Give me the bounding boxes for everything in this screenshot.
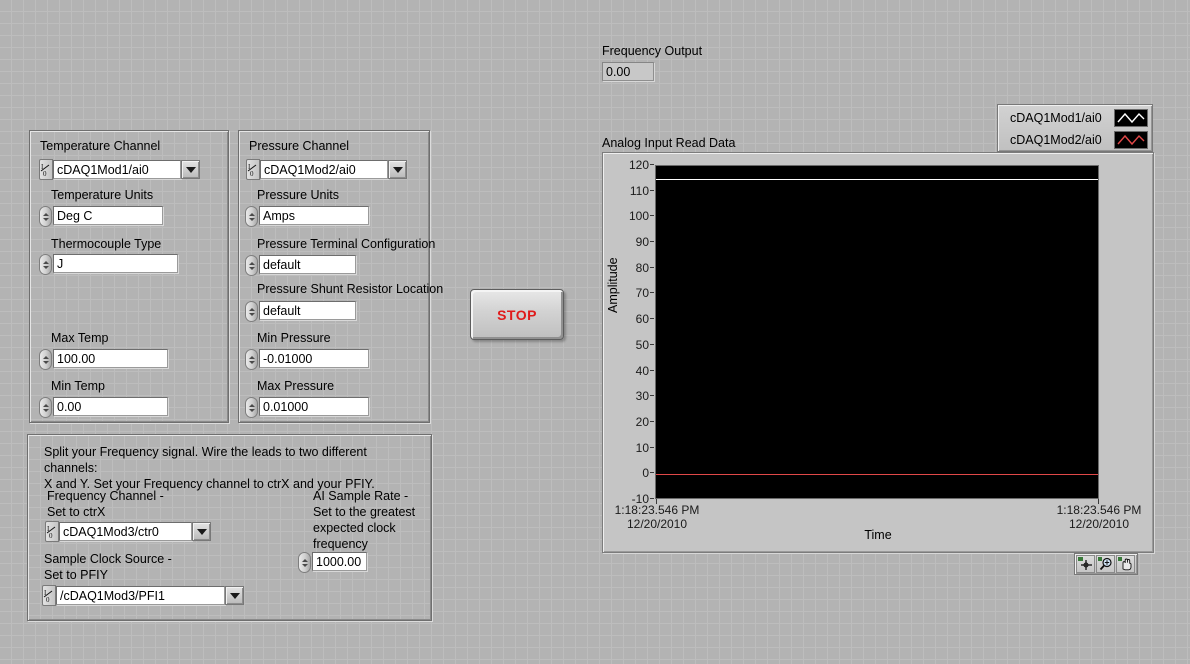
- legend-plot-swatch[interactable]: [1114, 131, 1148, 149]
- y-axis-tick-label: 80: [603, 262, 654, 274]
- temperature-channel-input[interactable]: cDAQ1Mod1/ai0: [53, 160, 181, 179]
- min-pressure-stepper[interactable]: [245, 349, 258, 370]
- crosshair-cursor-icon[interactable]: [1076, 555, 1095, 573]
- min-pressure-label: Min Pressure: [257, 331, 331, 345]
- y-axis-tick-label: 110: [603, 185, 654, 197]
- sample-clock-source-input[interactable]: /cDAQ1Mod3/PFI1: [56, 586, 225, 605]
- y-axis-tick-label: 10: [603, 442, 654, 454]
- temperature-units-label: Temperature Units: [51, 188, 154, 202]
- frequency-output-indicator: 0.00: [602, 62, 654, 81]
- legend-label: cDAQ1Mod2/ai0: [1010, 133, 1102, 147]
- y-axis-tick-label: 120: [603, 159, 654, 171]
- chevron-down-icon: [185, 166, 196, 173]
- pressure-units-label: Pressure Units: [257, 188, 339, 202]
- thermocouple-type-input[interactable]: J: [53, 254, 178, 273]
- pressure-terminal-config-stepper[interactable]: [245, 255, 258, 276]
- pressure-terminal-config-input[interactable]: default: [259, 255, 356, 274]
- x-axis-tick-label-left: 1:18:23.546 PM 12/20/2010: [614, 503, 700, 531]
- pressure-channel-input[interactable]: cDAQ1Mod2/ai0: [260, 160, 388, 179]
- chevron-down-icon: [392, 166, 403, 173]
- min-temp-input[interactable]: 0.00: [53, 397, 168, 416]
- sample-clock-source-label: Sample Clock Source - Set to PFIY: [44, 552, 172, 582]
- y-axis-tick-label: 0: [603, 467, 654, 479]
- pressure-units-stepper[interactable]: [245, 206, 258, 227]
- x-axis-title: Time: [864, 528, 892, 542]
- temperature-channel-label: Temperature Channel: [40, 139, 161, 153]
- pressure-shunt-location-input[interactable]: default: [259, 301, 356, 320]
- svg-text:0: 0: [46, 596, 50, 604]
- sample-clock-source-dropdown-button[interactable]: [225, 586, 244, 605]
- chevron-down-icon: [196, 528, 207, 535]
- legend-entry[interactable]: cDAQ1Mod1/ai0: [1006, 107, 1148, 129]
- io-name-icon: I0: [39, 159, 53, 180]
- frequency-instructions-text: Split your Frequency signal. Wire the le…: [44, 445, 375, 491]
- thermocouple-type-stepper[interactable]: [39, 254, 52, 275]
- y-axis-tick-label: 50: [603, 339, 654, 351]
- y-axis-tick-label: 30: [603, 390, 654, 402]
- frequency-output-label: Frequency Output: [602, 44, 703, 58]
- ai-sample-rate-input[interactable]: 1000.00: [312, 552, 367, 571]
- waveform-graph[interactable]: Amplitude 120 110 100 90 80 70 60 50 40 30 20 10 0 -1…: [602, 152, 1154, 553]
- min-temp-label: Min Temp: [51, 379, 105, 393]
- min-temp-stepper[interactable]: [39, 397, 52, 418]
- max-pressure-label: Max Pressure: [257, 379, 335, 393]
- chevron-down-icon: [229, 592, 240, 599]
- max-pressure-input[interactable]: 0.01000: [259, 397, 369, 416]
- max-temp-input[interactable]: 100.00: [53, 349, 168, 368]
- svg-text:0: 0: [250, 170, 254, 178]
- frequency-channel-dropdown-button[interactable]: [192, 522, 211, 541]
- y-axis-tick-label: 90: [603, 236, 654, 248]
- max-temp-label: Max Temp: [51, 331, 109, 345]
- pressure-shunt-location-label: Pressure Shunt Resistor Location: [257, 282, 444, 296]
- stop-button[interactable]: STOP: [470, 289, 564, 340]
- graph-title-label: Analog Input Read Data: [602, 136, 736, 150]
- io-name-icon: I0: [42, 585, 56, 606]
- y-axis-tick-label: 40: [603, 365, 654, 377]
- legend-entry[interactable]: cDAQ1Mod2/ai0: [1006, 129, 1148, 151]
- pressure-units-input[interactable]: Amps: [259, 206, 369, 225]
- pressure-channel-label: Pressure Channel: [249, 139, 350, 153]
- pressure-terminal-config-label: Pressure Terminal Configuration: [257, 237, 436, 251]
- trace-cDAQ1Mod2/ai0: [656, 474, 1098, 475]
- graph-palette[interactable]: [1074, 553, 1138, 575]
- max-pressure-stepper[interactable]: [245, 397, 258, 418]
- temperature-units-input[interactable]: Deg C: [53, 206, 163, 225]
- ai-sample-rate-stepper[interactable]: [298, 552, 311, 573]
- y-axis-tick-label: 20: [603, 416, 654, 428]
- trace-cDAQ1Mod1/ai0: [656, 179, 1098, 180]
- y-axis-tick-label: 100: [603, 210, 654, 222]
- y-axis-tick-label: 60: [603, 313, 654, 325]
- max-temp-stepper[interactable]: [39, 349, 52, 370]
- legend-label: cDAQ1Mod1/ai0: [1010, 111, 1102, 125]
- io-name-icon: I0: [45, 521, 59, 542]
- pressure-channel-dropdown-button[interactable]: [388, 160, 407, 179]
- temperature-units-stepper[interactable]: [39, 206, 52, 227]
- y-axis-tick-label: 70: [603, 287, 654, 299]
- pressure-shunt-location-stepper[interactable]: [245, 301, 258, 322]
- plot-area[interactable]: [655, 165, 1099, 499]
- temperature-channel-dropdown-button[interactable]: [181, 160, 200, 179]
- frequency-channel-input[interactable]: cDAQ1Mod3/ctr0: [59, 522, 192, 541]
- min-pressure-input[interactable]: -0.01000: [259, 349, 369, 368]
- stop-button-label: STOP: [497, 306, 537, 323]
- svg-text:0: 0: [49, 532, 53, 540]
- ai-sample-rate-label: AI Sample Rate - Set to the greatest exp…: [313, 489, 416, 551]
- x-axis-tick-label-right: 1:18:23.546 PM 12/20/2010: [1056, 503, 1142, 531]
- pan-hand-icon[interactable]: [1116, 555, 1135, 573]
- frequency-channel-label: Frequency Channel - Set to ctrX: [47, 489, 164, 519]
- zoom-magnifier-icon[interactable]: [1096, 555, 1115, 573]
- thermocouple-type-label: Thermocouple Type: [51, 237, 162, 251]
- graph-legend[interactable]: cDAQ1Mod1/ai0 cDAQ1Mod2/ai0: [997, 104, 1153, 152]
- io-name-icon: I0: [246, 159, 260, 180]
- svg-text:0: 0: [43, 170, 47, 178]
- legend-plot-swatch[interactable]: [1114, 109, 1148, 127]
